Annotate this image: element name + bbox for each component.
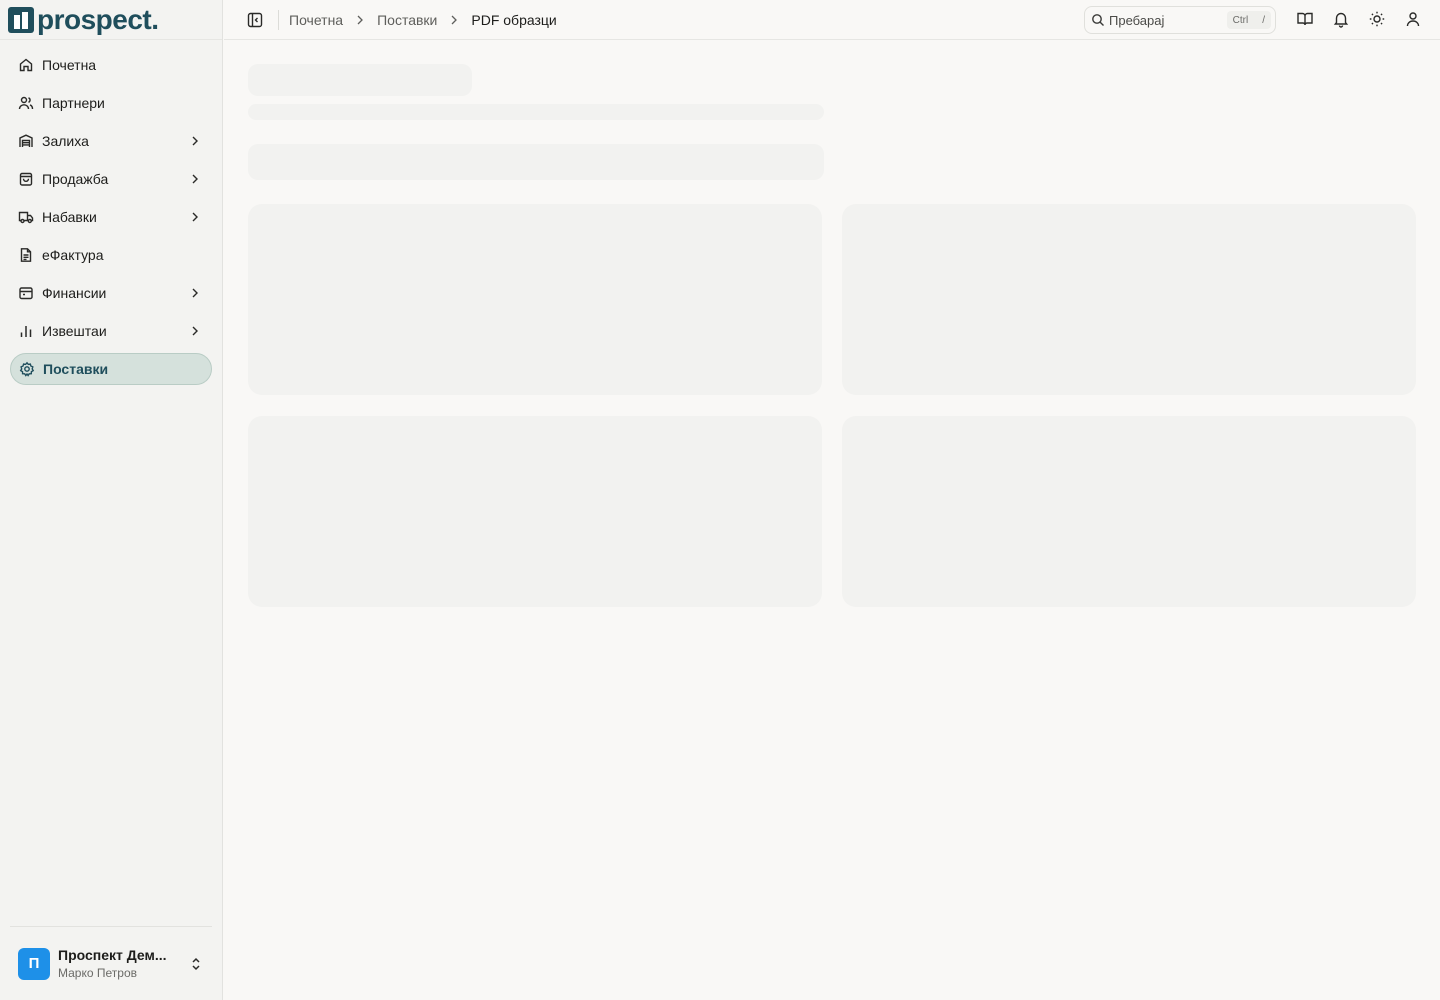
wallet-icon xyxy=(18,285,34,301)
sidebar-item-reports[interactable]: Извештаи xyxy=(10,315,212,347)
org-switcher[interactable]: П Проспект Дем... Марко Петров xyxy=(10,926,212,1000)
top-header: Почетна Поставки PDF образци Пребарај Ct… xyxy=(224,0,1440,40)
sidebar-item-purchases[interactable]: Набавки xyxy=(10,201,212,233)
search-shortcut: Ctrl / xyxy=(1226,11,1271,29)
document-icon xyxy=(18,247,34,263)
skeleton-card xyxy=(248,204,822,395)
chevron-right-icon xyxy=(192,326,198,336)
sidebar-toggle-icon[interactable] xyxy=(246,11,264,29)
sidebar-item-label: Почетна xyxy=(42,57,97,73)
sidebar-item-home[interactable]: Почетна xyxy=(10,49,212,81)
divider xyxy=(278,9,279,30)
sidebar-item-label: Поставки xyxy=(43,361,109,377)
sidebar-item-einvoice[interactable]: еФактура xyxy=(10,239,212,271)
skeleton-card xyxy=(842,204,1416,395)
sidebar-nav: Почетна Партнери Залиха Продажба Набавки… xyxy=(0,40,222,385)
chevron-right-icon xyxy=(192,136,198,146)
chevrons-up-down-icon[interactable] xyxy=(188,956,204,972)
skeleton-subtitle xyxy=(248,104,824,120)
brand-logo[interactable]: prospect. xyxy=(0,0,222,40)
bell-icon[interactable] xyxy=(1332,10,1350,28)
sidebar-item-label: Извештаи xyxy=(42,323,107,339)
skeleton-card xyxy=(842,416,1416,607)
warehouse-icon xyxy=(18,133,34,149)
breadcrumb-current: PDF образци xyxy=(471,11,557,28)
sidebar: prospect. Почетна Партнери Залиха Продаж… xyxy=(0,0,223,1000)
search-placeholder: Пребарај xyxy=(1109,12,1165,28)
sidebar-item-label: еФактура xyxy=(42,247,104,263)
sun-icon[interactable] xyxy=(1368,10,1386,28)
user-name: Марко Петров xyxy=(58,965,137,980)
skeleton-card xyxy=(248,416,822,607)
avatar: П xyxy=(18,947,50,980)
brand-name: prospect. xyxy=(37,3,159,35)
search-input[interactable]: Пребарај Ctrl / xyxy=(1084,6,1276,34)
skeleton-title xyxy=(248,64,472,96)
chevron-right-icon xyxy=(357,15,364,24)
chevron-right-icon xyxy=(192,174,198,184)
sidebar-item-label: Партнери xyxy=(42,95,105,111)
bar-chart-icon xyxy=(18,323,34,339)
breadcrumb: Почетна Поставки PDF образци xyxy=(289,12,557,28)
chevron-right-icon xyxy=(192,288,198,298)
gear-icon xyxy=(19,361,35,377)
logo-mark-icon xyxy=(8,7,34,33)
sidebar-item-sales[interactable]: Продажба xyxy=(10,163,212,195)
sidebar-item-label: Финансии xyxy=(42,285,107,301)
home-icon xyxy=(18,57,34,73)
sidebar-item-label: Продажба xyxy=(42,171,109,187)
sidebar-item-label: Залиха xyxy=(42,133,89,149)
book-icon[interactable] xyxy=(1296,10,1314,28)
breadcrumb-settings[interactable]: Поставки xyxy=(377,12,437,28)
shopping-bag-icon xyxy=(18,171,34,187)
sidebar-item-partners[interactable]: Партнери xyxy=(10,87,212,119)
chevron-right-icon xyxy=(451,15,458,24)
sidebar-item-settings[interactable]: Поставки xyxy=(10,353,212,385)
truck-icon xyxy=(18,209,34,225)
user-icon[interactable] xyxy=(1404,10,1422,28)
skeleton-toolbar xyxy=(248,144,824,180)
header-actions xyxy=(1278,10,1422,28)
search-icon xyxy=(1092,14,1104,26)
sidebar-item-label: Набавки xyxy=(42,209,97,225)
sidebar-item-inventory[interactable]: Залиха xyxy=(10,125,212,157)
sidebar-item-finance[interactable]: Финансии xyxy=(10,277,212,309)
chevron-right-icon xyxy=(192,212,198,222)
org-name: Проспект Дем... xyxy=(58,946,167,963)
breadcrumb-home[interactable]: Почетна xyxy=(289,12,343,28)
users-icon xyxy=(18,95,34,111)
